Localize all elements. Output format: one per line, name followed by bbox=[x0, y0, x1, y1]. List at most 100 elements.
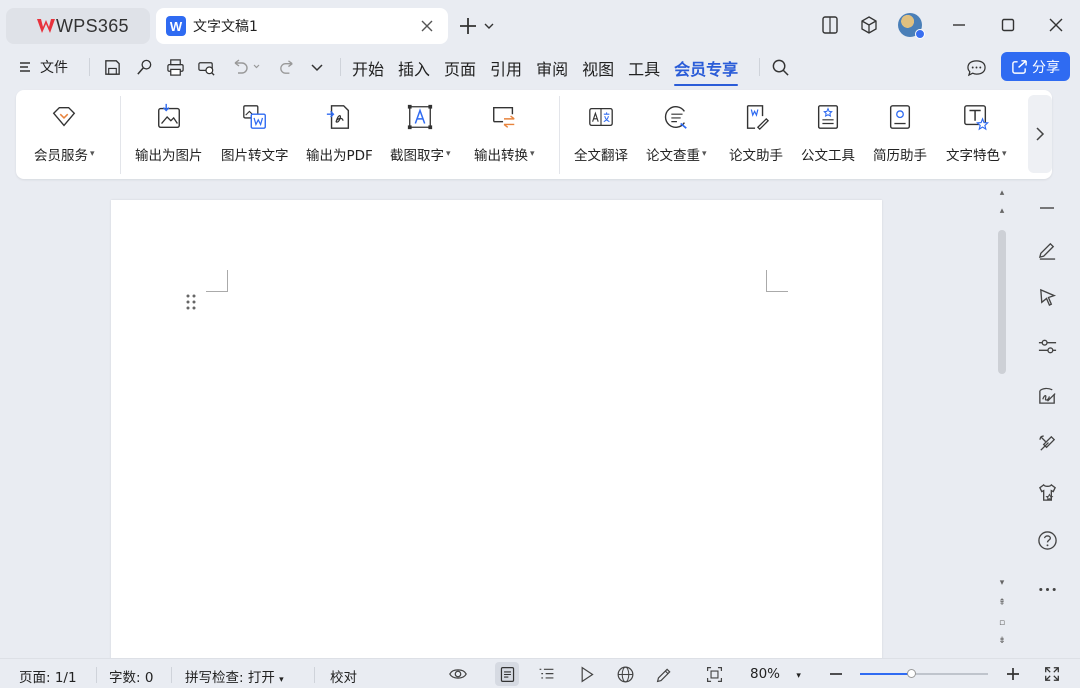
fullscreen-button[interactable] bbox=[1040, 662, 1064, 686]
fit-page-button[interactable] bbox=[702, 662, 726, 686]
user-avatar[interactable] bbox=[897, 10, 925, 40]
output-convert-button[interactable]: 输出转换 ▾ bbox=[474, 102, 535, 164]
close-icon bbox=[1049, 18, 1063, 32]
page-view-button[interactable] bbox=[495, 662, 519, 686]
writing-mode-button[interactable] bbox=[652, 662, 676, 686]
resume-icon bbox=[885, 102, 915, 132]
proofread-button[interactable]: 校对 bbox=[330, 666, 357, 686]
document-page[interactable] bbox=[111, 200, 882, 670]
next-page-icon[interactable]: ⇟ bbox=[997, 636, 1007, 646]
share-button[interactable]: 分享 bbox=[1001, 52, 1070, 81]
save-button[interactable] bbox=[101, 56, 123, 78]
tools-button[interactable] bbox=[1035, 431, 1059, 455]
print-preview-icon bbox=[197, 61, 215, 76]
pen-tool-button[interactable] bbox=[1035, 237, 1059, 261]
collapse-sidebar-button[interactable] bbox=[1035, 196, 1059, 220]
redo-button[interactable] bbox=[276, 56, 298, 78]
export-image-button[interactable]: 输出为图片 bbox=[135, 102, 203, 164]
quick-access-more-button[interactable] bbox=[306, 56, 328, 78]
previous-page-icon[interactable]: ⇞ bbox=[997, 598, 1007, 608]
member-service-button[interactable]: 会员服务 ▾ bbox=[34, 102, 95, 164]
divider bbox=[171, 667, 172, 683]
document-area bbox=[0, 182, 1012, 670]
undo-button[interactable] bbox=[228, 56, 262, 78]
dropdown-arrow-icon: ▾ bbox=[1002, 149, 1007, 159]
tab-page[interactable]: 页面 bbox=[444, 56, 476, 80]
search-button[interactable] bbox=[769, 56, 791, 78]
minimize-button[interactable] bbox=[946, 10, 972, 40]
tab-review[interactable]: 审阅 bbox=[536, 56, 568, 80]
text-feature-button[interactable]: 文字特色 ▾ bbox=[946, 102, 1007, 164]
select-browse-object-icon[interactable]: ▫ bbox=[997, 618, 1007, 628]
tab-view[interactable]: 视图 bbox=[582, 56, 614, 80]
select-tool-button[interactable] bbox=[1035, 285, 1059, 309]
apps-cube-button[interactable] bbox=[856, 10, 882, 40]
print-preview-button[interactable] bbox=[195, 56, 217, 78]
page-view-icon bbox=[500, 666, 514, 682]
comments-button[interactable] bbox=[965, 56, 987, 78]
outline-view-button[interactable] bbox=[534, 662, 558, 686]
more-options-button[interactable] bbox=[1035, 577, 1059, 601]
signature-icon bbox=[1038, 387, 1056, 404]
word-count[interactable]: 字数: 0 bbox=[109, 666, 153, 686]
zoom-slider[interactable] bbox=[860, 669, 988, 678]
resume-assistant-button[interactable]: 简历助手 bbox=[873, 102, 927, 164]
home-tab[interactable]: WPS365 bbox=[6, 8, 150, 44]
minimize-icon bbox=[953, 24, 965, 26]
close-tab-icon[interactable] bbox=[418, 17, 436, 35]
dropdown-arrow-icon: ▾ bbox=[446, 149, 451, 159]
zoom-level-dropdown[interactable]: 80% ▾ bbox=[750, 666, 801, 682]
dropdown-arrow-icon: ▾ bbox=[796, 671, 801, 681]
zoom-slider-knob[interactable] bbox=[907, 669, 917, 678]
image-to-text-icon bbox=[240, 102, 270, 132]
text-feature-label: 文字特色 bbox=[946, 148, 1000, 164]
scrollbar-thumb[interactable] bbox=[998, 230, 1006, 374]
tab-references[interactable]: 引用 bbox=[490, 56, 522, 80]
play-button[interactable] bbox=[574, 662, 598, 686]
document-tab-name: 文字文稿1 bbox=[193, 19, 258, 35]
text-feature-icon bbox=[961, 102, 991, 132]
new-tab-button[interactable] bbox=[458, 14, 502, 38]
save-icon bbox=[104, 59, 120, 75]
reading-protection-button[interactable] bbox=[446, 662, 470, 686]
drag-handle-icon[interactable] bbox=[186, 294, 196, 310]
dropdown-arrow-icon: ▾ bbox=[530, 149, 535, 159]
ribbon-scroll-right-button[interactable] bbox=[1028, 95, 1052, 173]
scroll-top-icon[interactable]: ▴ bbox=[997, 188, 1007, 198]
image-to-text-button[interactable]: 图片转文字 bbox=[221, 102, 289, 164]
print-button[interactable] bbox=[164, 56, 186, 78]
document-tab[interactable]: W 文字文稿1 bbox=[156, 8, 448, 44]
tab-member[interactable]: 会员专享 bbox=[674, 56, 739, 86]
tab-start[interactable]: 开始 bbox=[352, 56, 384, 80]
paper-assistant-label: 论文助手 bbox=[729, 148, 783, 164]
theme-skin-button[interactable] bbox=[1035, 480, 1059, 504]
divider bbox=[96, 667, 97, 683]
scroll-down-icon[interactable]: ▾ bbox=[997, 578, 1007, 588]
avatar bbox=[898, 13, 925, 39]
format-painter-button[interactable] bbox=[133, 56, 155, 78]
handwriting-button[interactable] bbox=[1035, 383, 1059, 407]
tab-insert[interactable]: 插入 bbox=[398, 56, 430, 80]
full-translate-button[interactable]: 全文翻译 bbox=[574, 102, 628, 164]
page-indicator[interactable]: 页面: 1/1 bbox=[19, 666, 77, 686]
export-pdf-button[interactable]: 输出为PDF bbox=[306, 102, 373, 164]
screenshot-ocr-button[interactable]: 截图取字 ▾ bbox=[390, 102, 451, 164]
close-window-button[interactable] bbox=[1043, 10, 1069, 40]
paper-assistant-button[interactable]: 论文助手 bbox=[729, 102, 783, 164]
file-menu[interactable]: 文件 bbox=[18, 57, 68, 77]
plagiarism-check-button[interactable]: 论文查重 ▾ bbox=[646, 102, 707, 164]
share-label: 分享 bbox=[1032, 59, 1060, 76]
official-doc-tool-button[interactable]: 公文工具 bbox=[801, 102, 855, 164]
zoom-in-button[interactable] bbox=[1001, 662, 1025, 686]
adjust-settings-button[interactable] bbox=[1035, 334, 1059, 358]
scroll-up-icon[interactable]: ▴ bbox=[997, 206, 1007, 216]
tablet-mode-button[interactable] bbox=[817, 10, 843, 40]
help-button[interactable] bbox=[1035, 528, 1059, 552]
web-layout-button[interactable] bbox=[613, 662, 637, 686]
spellcheck-label: 拼写检查: 打开 bbox=[185, 670, 275, 686]
vertical-scrollbar[interactable]: ▴ ▴ ▾ ⇞ ▫ ⇟ bbox=[993, 182, 1011, 658]
maximize-button[interactable] bbox=[995, 10, 1021, 40]
spellcheck-toggle[interactable]: 拼写检查: 打开 ▾ bbox=[185, 666, 284, 686]
tab-tools[interactable]: 工具 bbox=[628, 56, 660, 80]
zoom-out-button[interactable] bbox=[824, 662, 848, 686]
